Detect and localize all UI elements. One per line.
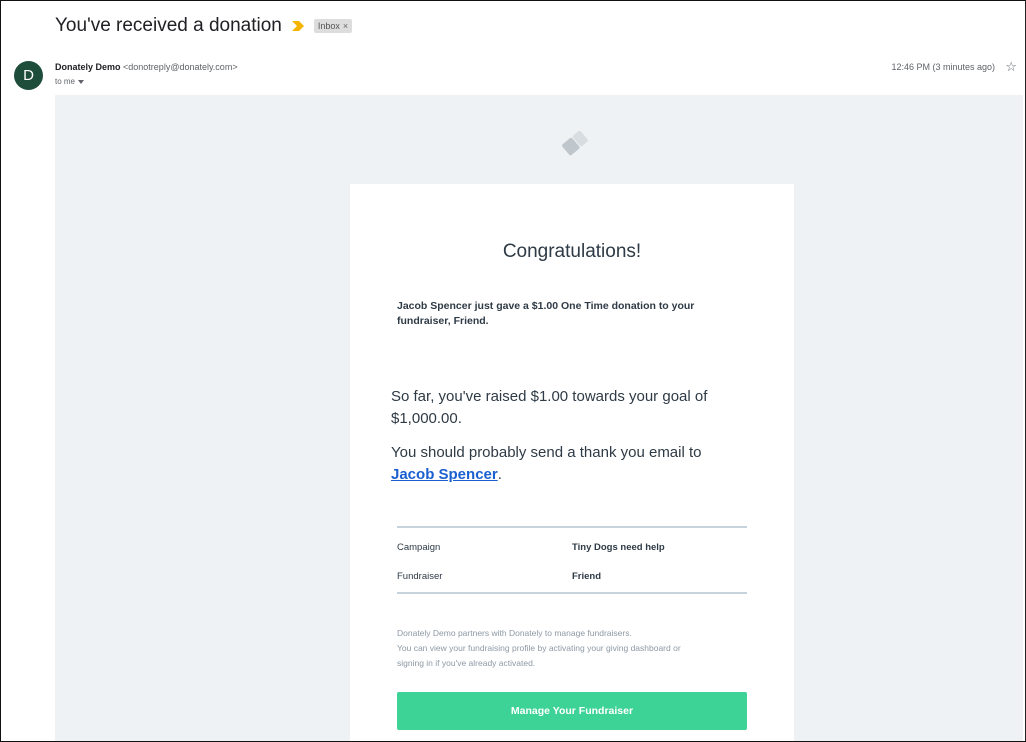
sender-address: <donotreply@donately.com>	[123, 62, 238, 72]
recipient-label: to me	[55, 77, 76, 86]
footer-line: You can view your fundraising profile by…	[397, 643, 681, 653]
donation-intro: Jacob Spencer just gave a $1.00 One Time…	[397, 300, 695, 327]
remove-label-icon[interactable]: ×	[343, 21, 348, 31]
email-timestamp: 12:46 PM (3 minutes ago)	[891, 62, 995, 72]
congratulations-heading: Congratulations!	[502, 241, 642, 262]
thank-you-period: .	[497, 466, 502, 483]
details-top-divider	[397, 526, 747, 528]
inbox-label: Inbox	[317, 21, 340, 31]
donor-link[interactable]: Jacob Spencer	[391, 466, 498, 483]
chevron-down-icon[interactable]	[78, 79, 85, 84]
sender-name: Donately Demo	[55, 62, 121, 72]
subject-row: You've received a donation Inbox ×	[55, 15, 353, 37]
email-subject: You've received a donation	[55, 15, 282, 36]
campaign-label: Campaign	[397, 542, 441, 553]
inbox-label-chip[interactable]: Inbox ×	[313, 19, 353, 33]
raised-summary: So far, you've raised $1.00 towards your…	[391, 388, 708, 427]
thank-you-prompt: You should probably send a thank you ema…	[391, 442, 736, 486]
footer-line: Donately Demo partners with Donately to …	[397, 628, 632, 638]
donately-logo-icon	[562, 130, 588, 156]
campaign-value: Tiny Dogs need help	[572, 542, 665, 553]
fundraiser-value: Friend	[572, 571, 602, 582]
star-icon[interactable]: ☆	[1005, 59, 1017, 75]
details-bottom-divider	[397, 592, 747, 594]
thank-you-text: You should probably send a thank you ema…	[391, 444, 702, 461]
fundraiser-label: Fundraiser	[397, 571, 443, 582]
footer-note: Donately Demo partners with Donately to …	[397, 626, 757, 671]
manage-fundraiser-button[interactable]: Manage Your Fundraiser	[397, 692, 747, 730]
importance-marker-icon[interactable]	[291, 21, 304, 31]
recipient-details-toggle[interactable]: to me	[55, 77, 85, 86]
email-window: You've received a donation Inbox × D Don…	[0, 0, 1026, 742]
email-card: Congratulations! Jacob Spencer just gave…	[350, 184, 794, 741]
sender-avatar[interactable]: D	[14, 61, 43, 90]
sender-line: Donately Demo <donotreply@donately.com>	[55, 62, 238, 72]
footer-line: signing in if you've already activated.	[397, 658, 536, 668]
